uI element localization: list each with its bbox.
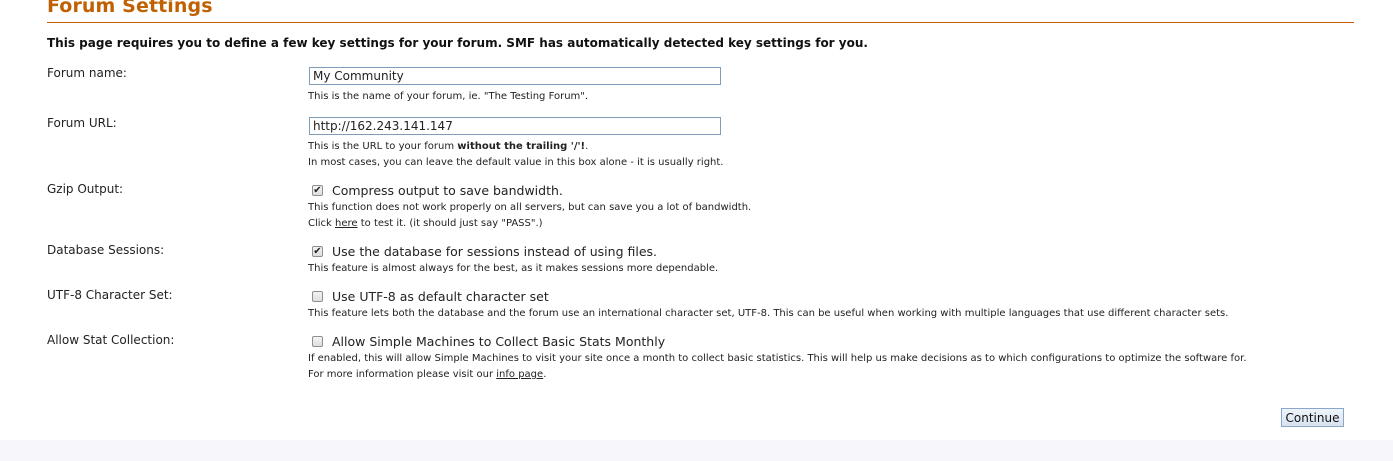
- gzip-checkbox[interactable]: ✔: [312, 185, 323, 196]
- checkmark-icon: ✔: [313, 246, 322, 257]
- stats-hint: If enabled, this will allow Simple Machi…: [308, 353, 1247, 364]
- forum-url-label: Forum URL:: [47, 116, 117, 130]
- stats-hint-2-end: .: [543, 369, 547, 380]
- db-sessions-option: ✔ Use the database for sessions instead …: [312, 244, 657, 259]
- gzip-hint-2-end: to test it. (it should just say "PASS".): [357, 218, 543, 229]
- db-sessions-option-label[interactable]: Use the database for sessions instead of…: [332, 244, 657, 259]
- intro-text: This page requires you to define a few k…: [47, 36, 868, 50]
- gzip-option-label[interactable]: Compress output to save bandwidth.: [332, 183, 563, 198]
- gzip-hint-2-text: Click: [308, 218, 336, 229]
- gzip-option: ✔ Compress output to save bandwidth.: [312, 183, 563, 198]
- forum-url-hint-emphasis: without the trailing '/'!: [457, 141, 586, 152]
- stats-option: Allow Simple Machines to Collect Basic S…: [312, 334, 665, 349]
- footer-strip: [0, 440, 1393, 461]
- title-divider: [47, 22, 1354, 23]
- stats-hint-2-text: For more information please visit our: [308, 369, 497, 380]
- stats-option-label[interactable]: Allow Simple Machines to Collect Basic S…: [332, 334, 665, 349]
- utf8-checkbox[interactable]: [312, 291, 323, 302]
- stats-hint-2: For more information please visit our in…: [308, 367, 546, 383]
- forum-name-label: Forum name:: [47, 66, 127, 80]
- forum-url-input[interactable]: [309, 117, 721, 135]
- page-title: Forum Settings: [47, 0, 213, 17]
- gzip-hint-2: Click here to test it. (it should just s…: [308, 216, 543, 232]
- forum-url-hint: This is the URL to your forum without th…: [308, 139, 588, 155]
- db-sessions-label: Database Sessions:: [47, 243, 165, 257]
- db-sessions-hint: This feature is almost always for the be…: [308, 263, 719, 274]
- stats-label: Allow Stat Collection:: [47, 333, 175, 347]
- db-sessions-checkbox[interactable]: ✔: [312, 246, 323, 257]
- utf8-hint: This feature lets both the database and …: [308, 308, 1229, 319]
- gzip-hint: This function does not work properly on …: [308, 202, 752, 213]
- forum-url-hint-text: This is the URL to your forum: [308, 141, 458, 152]
- utf8-option-label[interactable]: Use UTF-8 as default character set: [332, 289, 549, 304]
- forum-url-hint-2: In most cases, you can leave the default…: [308, 157, 724, 168]
- utf8-label: UTF-8 Character Set:: [47, 288, 173, 302]
- utf8-option: Use UTF-8 as default character set: [312, 289, 549, 304]
- forum-url-hint-end: .: [585, 141, 589, 152]
- gzip-label: Gzip Output:: [47, 182, 124, 196]
- forum-name-input[interactable]: [309, 67, 721, 85]
- checkmark-icon: ✔: [313, 185, 322, 196]
- forum-name-hint: This is the name of your forum, ie. "The…: [308, 91, 589, 102]
- gzip-test-link[interactable]: here: [335, 218, 358, 229]
- continue-button[interactable]: Continue: [1281, 408, 1344, 427]
- info-page-link[interactable]: info page: [496, 369, 543, 380]
- stats-checkbox[interactable]: [312, 336, 323, 347]
